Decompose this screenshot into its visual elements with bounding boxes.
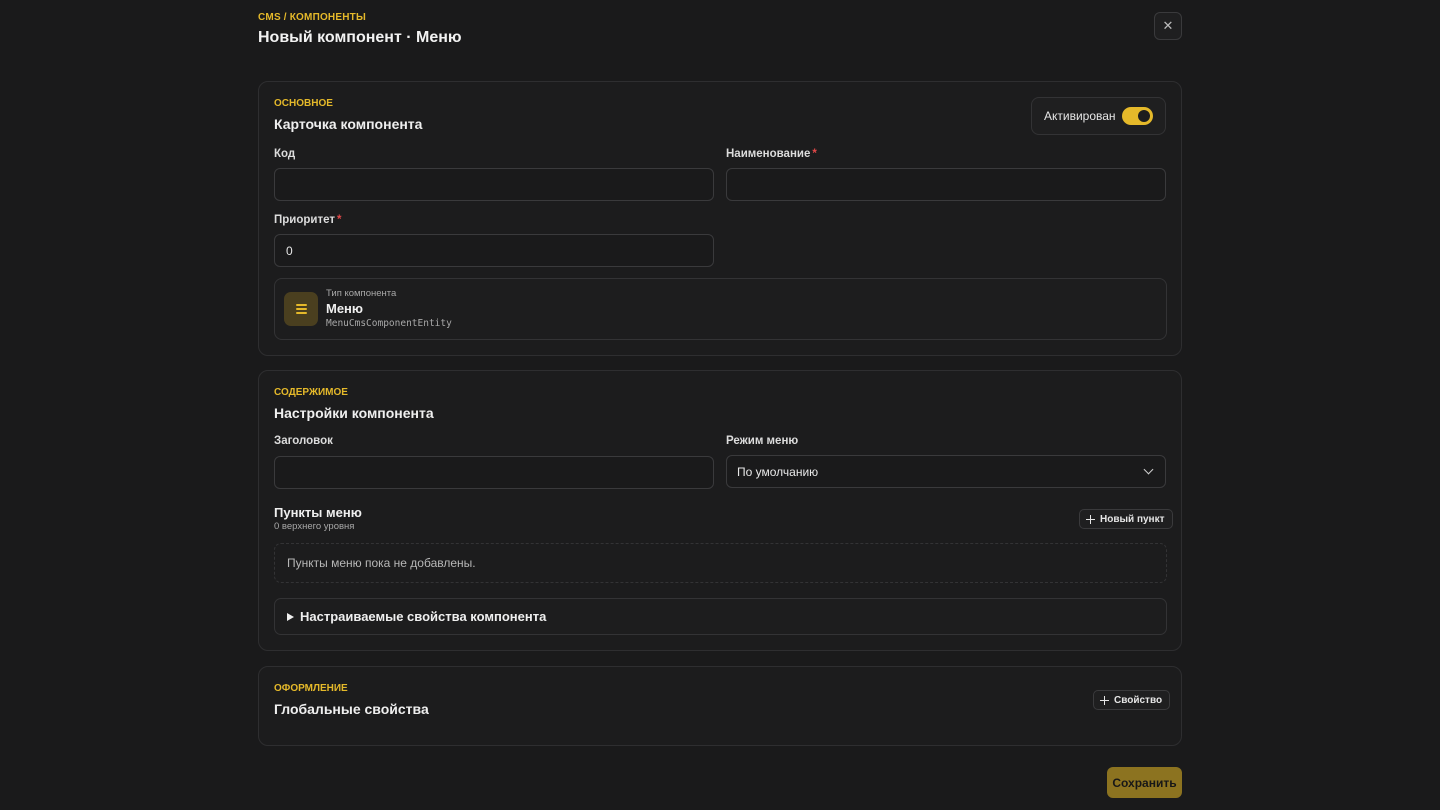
content-section: СОДЕРЖИМОЕ Настройки компонента Заголово… (258, 370, 1182, 651)
save-button[interactable]: Сохранить (1107, 767, 1182, 798)
section-eyebrow: СОДЕРЖИМОЕ (274, 387, 348, 398)
menu-icon (284, 292, 318, 326)
priority-label: Приоритет * (274, 214, 341, 226)
custom-properties-label: Настраиваемые свойства компонента (300, 609, 547, 624)
component-type-card: Тип компонента Меню MenuCmsComponentEnti… (274, 278, 1167, 340)
type-caption: Тип компонента (326, 288, 397, 299)
section-title: Карточка компонента (274, 116, 423, 132)
plus-icon (1100, 695, 1109, 705)
close-button[interactable]: ✕ (1154, 12, 1182, 40)
close-icon: ✕ (1162, 18, 1174, 33)
toggle-knob (1138, 110, 1150, 122)
page-title: Новый компонент · Меню (258, 29, 462, 46)
plus-icon (1086, 514, 1095, 524)
required-mark: * (337, 214, 342, 226)
section-eyebrow: ОСНОВНОЕ (274, 98, 333, 109)
custom-properties-toggle[interactable]: Настраиваемые свойства компонента (274, 598, 1167, 635)
section-eyebrow: ОФОРМЛЕНИЕ (274, 683, 348, 694)
active-toggle[interactable] (1122, 107, 1153, 125)
code-label-text: Код (274, 148, 296, 160)
menu-items-caption: 0 верхнего уровня (274, 521, 355, 532)
chevron-down-icon (1143, 464, 1154, 475)
section-title: Настройки компонента (274, 405, 434, 421)
name-label-text: Наименование (726, 148, 811, 160)
add-property-label: Свойство (1114, 694, 1163, 706)
code-input[interactable] (274, 168, 714, 201)
menu-mode-value: По умолчанию (737, 464, 819, 479)
menu-mode-select[interactable]: По умолчанию (726, 455, 1166, 488)
required-mark: * (812, 148, 817, 160)
priority-label-text: Приоритет (274, 214, 335, 226)
code-label: Код (274, 148, 295, 160)
section-title: Глобальные свойства (274, 701, 429, 717)
priority-input[interactable]: 0 (274, 234, 714, 267)
basic-section: ОСНОВНОЕ Карточка компонента Активирован… (258, 81, 1182, 356)
type-code: MenuCmsComponentEntity (326, 318, 452, 329)
design-section: ОФОРМЛЕНИЕ Глобальные свойства Свойство (258, 666, 1182, 746)
new-item-button[interactable]: Новый пункт (1079, 509, 1173, 529)
name-label: Наименование * (726, 148, 817, 160)
page-header: CMS / КОМПОНЕНТЫ Новый компонент · Меню … (258, 12, 1182, 56)
breadcrumb[interactable]: CMS / КОМПОНЕНТЫ (258, 12, 1182, 23)
add-property-button[interactable]: Свойство (1093, 690, 1171, 710)
menu-mode-label: Режим меню (726, 435, 799, 447)
type-name: Меню (326, 301, 364, 316)
heading-input[interactable] (274, 456, 714, 489)
active-toggle-label: Активирован (1044, 109, 1116, 123)
caret-right-icon (287, 612, 294, 621)
active-toggle-box: Активирован (1031, 97, 1166, 135)
menu-items-title: Пункты меню (274, 505, 362, 520)
new-item-label: Новый пункт (1100, 513, 1165, 525)
name-input[interactable] (726, 168, 1166, 201)
menu-items-empty-state: Пункты меню пока не добавлены. (274, 543, 1167, 583)
heading-label: Заголовок (274, 435, 333, 447)
